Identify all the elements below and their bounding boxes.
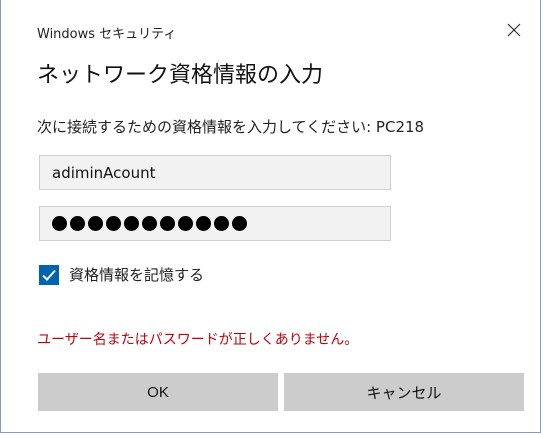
window-title: Windows セキュリティ: [37, 27, 177, 42]
checkmark-icon: [42, 269, 56, 281]
password-dot: [142, 216, 157, 231]
password-dot: [160, 216, 175, 231]
username-value: adiminAcount: [52, 163, 156, 182]
error-message: ユーザー名またはパスワードが正しくありません。: [37, 332, 359, 348]
username-field[interactable]: adiminAcount: [39, 155, 391, 190]
dialog-prompt: 次に接続するための資格情報を入力してください: PC218: [37, 118, 425, 136]
dialog-heading: ネットワーク資格情報の入力: [37, 63, 324, 88]
ok-button[interactable]: OK: [38, 373, 278, 411]
password-dot: [124, 216, 139, 231]
close-icon: [507, 23, 521, 37]
password-dot: [70, 216, 85, 231]
checkbox-checked[interactable]: [39, 264, 59, 285]
password-dot: [178, 216, 193, 231]
remember-label: 資格情報を記憶する: [69, 266, 205, 284]
password-dot: [106, 216, 121, 231]
password-dot: [88, 216, 103, 231]
password-mask: [52, 216, 247, 231]
password-dot: [196, 216, 211, 231]
password-dot: [52, 216, 67, 231]
remember-credentials-checkbox[interactable]: 資格情報を記憶する: [39, 264, 204, 285]
credential-dialog: Windows セキュリティ ネットワーク資格情報の入力 次に接続するための資格…: [0, 0, 541, 433]
close-button[interactable]: [502, 18, 526, 42]
password-dot: [232, 216, 247, 231]
cancel-button[interactable]: キャンセル: [284, 373, 524, 411]
password-dot: [214, 216, 229, 231]
password-field[interactable]: [39, 206, 391, 241]
